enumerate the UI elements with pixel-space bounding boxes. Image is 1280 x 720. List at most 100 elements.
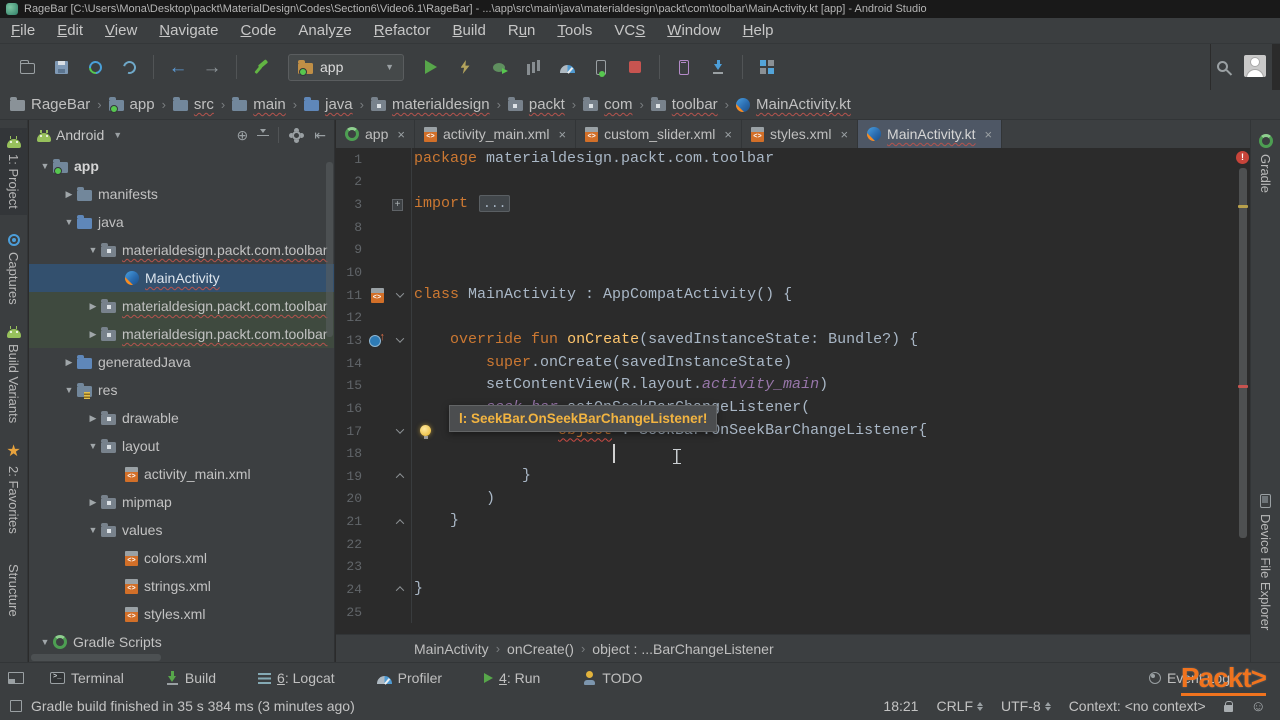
debug-app-button[interactable] (482, 52, 516, 82)
breadcrumb-main[interactable]: main (232, 96, 286, 113)
close-icon[interactable]: × (397, 127, 405, 142)
tab-app[interactable]: app × (336, 120, 415, 148)
lock-icon[interactable] (1223, 701, 1234, 712)
editor-breadcrumb-object-barchangelistener[interactable]: object : ...BarChangeListener (592, 641, 773, 657)
tree-item-res[interactable]: ▼ res (29, 376, 334, 404)
warning-stripe-mark[interactable] (1238, 205, 1248, 208)
event-log-button[interactable]: Event Log (1148, 670, 1230, 686)
breadcrumb-ragebar[interactable]: RageBar (10, 96, 90, 113)
tree-item-strings-xml[interactable]: strings.xml (29, 572, 334, 600)
tree-vertical-scrollbar[interactable] (326, 162, 333, 337)
tree-item-values[interactable]: ▼ values (29, 516, 334, 544)
close-icon[interactable]: × (840, 127, 848, 142)
tree-down-arrow-icon[interactable]: ▼ (37, 161, 53, 171)
tree-right-arrow-icon[interactable]: ▶ (61, 189, 77, 200)
tree-down-arrow-icon[interactable]: ▼ (61, 217, 77, 227)
intention-bulb-icon[interactable] (420, 424, 431, 439)
tab-activity-main-xml[interactable]: activity_main.xml × (415, 120, 577, 148)
tree-item-java[interactable]: ▼ java (29, 208, 334, 236)
menu-window[interactable]: Window (656, 22, 731, 39)
profiler-button[interactable] (550, 52, 584, 82)
profile-app-button[interactable] (516, 52, 550, 82)
tool-stripe-gradle[interactable]: Gradle (1251, 128, 1280, 199)
navigate-forward-button[interactable]: → (195, 52, 229, 82)
collapse-all-icon[interactable] (257, 129, 270, 141)
menu-help[interactable]: Help (732, 22, 785, 39)
open-file-button[interactable] (10, 52, 44, 82)
tree-item-styles-xml[interactable]: styles.xml (29, 600, 334, 628)
search-everywhere-button[interactable] (1217, 59, 1228, 75)
user-avatar-button[interactable] (1244, 54, 1266, 80)
breadcrumb-toolbar[interactable]: toolbar (650, 96, 718, 113)
tree-item-materialdesign-packt-com-toolbar[interactable]: ▶ materialdesign.packt.com.toolbar (29, 320, 334, 348)
apply-changes-button[interactable] (448, 52, 482, 82)
toolwindow-logcat[interactable]: 6: Logcat (258, 670, 335, 686)
tree-right-arrow-icon[interactable]: ▶ (85, 329, 101, 340)
tree-item-generatedjava[interactable]: ▶ generatedJava (29, 348, 334, 376)
tree-down-arrow-icon[interactable]: ▼ (85, 245, 101, 255)
menu-navigate[interactable]: Navigate (148, 22, 229, 39)
error-stripe-mark[interactable] (1238, 385, 1248, 388)
menu-code[interactable]: Code (230, 22, 288, 39)
tree-right-arrow-icon[interactable]: ▶ (61, 357, 77, 368)
tree-right-arrow-icon[interactable]: ▶ (85, 413, 101, 424)
tool-stripe-2-favorites[interactable]: ★ 2: Favorites (0, 438, 27, 540)
tree-down-arrow-icon[interactable]: ▼ (61, 385, 77, 395)
menu-tools[interactable]: Tools (546, 22, 603, 39)
menu-view[interactable]: View (94, 22, 148, 39)
stop-app-button[interactable] (618, 52, 652, 82)
close-icon[interactable]: × (559, 127, 567, 142)
navigate-back-button[interactable]: ← (161, 52, 195, 82)
tree-item-drawable[interactable]: ▶ drawable (29, 404, 334, 432)
tab-custom-slider-xml[interactable]: custom_slider.xml × (576, 120, 742, 148)
encoding-selector[interactable]: UTF-8 (1001, 698, 1051, 714)
hide-panel-icon[interactable]: ⇤ (314, 128, 326, 142)
toolwindow-build[interactable]: Build (166, 670, 216, 686)
breadcrumb-app[interactable]: app (108, 96, 155, 113)
save-all-button[interactable] (44, 52, 78, 82)
avd-manager-button[interactable] (667, 52, 701, 82)
tab-mainactivity-kt[interactable]: MainActivity.kt × (858, 120, 1003, 148)
attach-debugger-button[interactable] (584, 52, 618, 82)
make-project-button[interactable] (244, 52, 278, 82)
menu-analyze[interactable]: Analyze (287, 22, 362, 39)
tree-item-activity-main-xml[interactable]: activity_main.xml (29, 460, 334, 488)
project-view-selector[interactable]: Android (56, 127, 104, 143)
toolwindow-switcher-icon[interactable] (8, 671, 24, 684)
breadcrumb-mainactivity-kt[interactable]: MainActivity.kt (736, 96, 851, 113)
error-indicator-icon[interactable]: ! (1236, 151, 1249, 164)
toolwindow-todo[interactable]: TODO (582, 670, 643, 686)
close-icon[interactable]: × (984, 127, 992, 142)
run-config-selector[interactable]: app ▼ (288, 53, 404, 81)
tree-item-gradle-scripts[interactable]: ▼ Gradle Scripts (29, 628, 334, 656)
fold-expand-icon[interactable]: + (392, 198, 403, 211)
tree-down-arrow-icon[interactable]: ▼ (85, 441, 101, 451)
code-editor[interactable]: 1 package materialdesign.packt.com.toolba… (336, 148, 1250, 634)
gear-icon[interactable] (292, 130, 302, 140)
menu-edit[interactable]: Edit (46, 22, 94, 39)
sdk-manager-button[interactable] (701, 52, 735, 82)
tree-item-materialdesign-packt-com-toolbar[interactable]: ▼ materialdesign.packt.com.toolbar (29, 236, 334, 264)
line-separator-selector[interactable]: CRLF (936, 698, 984, 714)
tree-item-colors-xml[interactable]: colors.xml (29, 544, 334, 572)
close-icon[interactable]: × (724, 127, 732, 142)
tree-down-arrow-icon[interactable]: ▼ (37, 637, 53, 647)
context-indicator[interactable]: Context: <no context> (1069, 698, 1206, 714)
tree-item-manifests[interactable]: ▶ manifests (29, 180, 334, 208)
tool-stripe-captures[interactable]: Captures (0, 228, 27, 311)
tool-stripe-device-file-explorer[interactable]: Device File Explorer (1251, 488, 1280, 636)
sync-button[interactable] (112, 52, 146, 82)
editor-scrollbar[interactable] (1239, 168, 1247, 538)
tree-item-materialdesign-packt-com-toolbar[interactable]: ▶ materialdesign.packt.com.toolbar (29, 292, 334, 320)
menu-run[interactable]: Run (497, 22, 547, 39)
tree-item-app[interactable]: ▼ app (29, 152, 334, 180)
tree-item-mainactivity[interactable]: MainActivity (29, 264, 334, 292)
caret-position[interactable]: 18:21 (883, 698, 918, 714)
tree-item-layout[interactable]: ▼ layout (29, 432, 334, 460)
toolwindow-run[interactable]: 4: Run (484, 670, 540, 686)
highlighting-level-icon[interactable]: ☺ (1251, 699, 1266, 714)
editor-breadcrumb-oncreate[interactable]: onCreate() (507, 641, 574, 657)
menu-build[interactable]: Build (441, 22, 496, 39)
breadcrumb-src[interactable]: src (172, 96, 214, 113)
breadcrumb-packt[interactable]: packt (507, 96, 565, 113)
